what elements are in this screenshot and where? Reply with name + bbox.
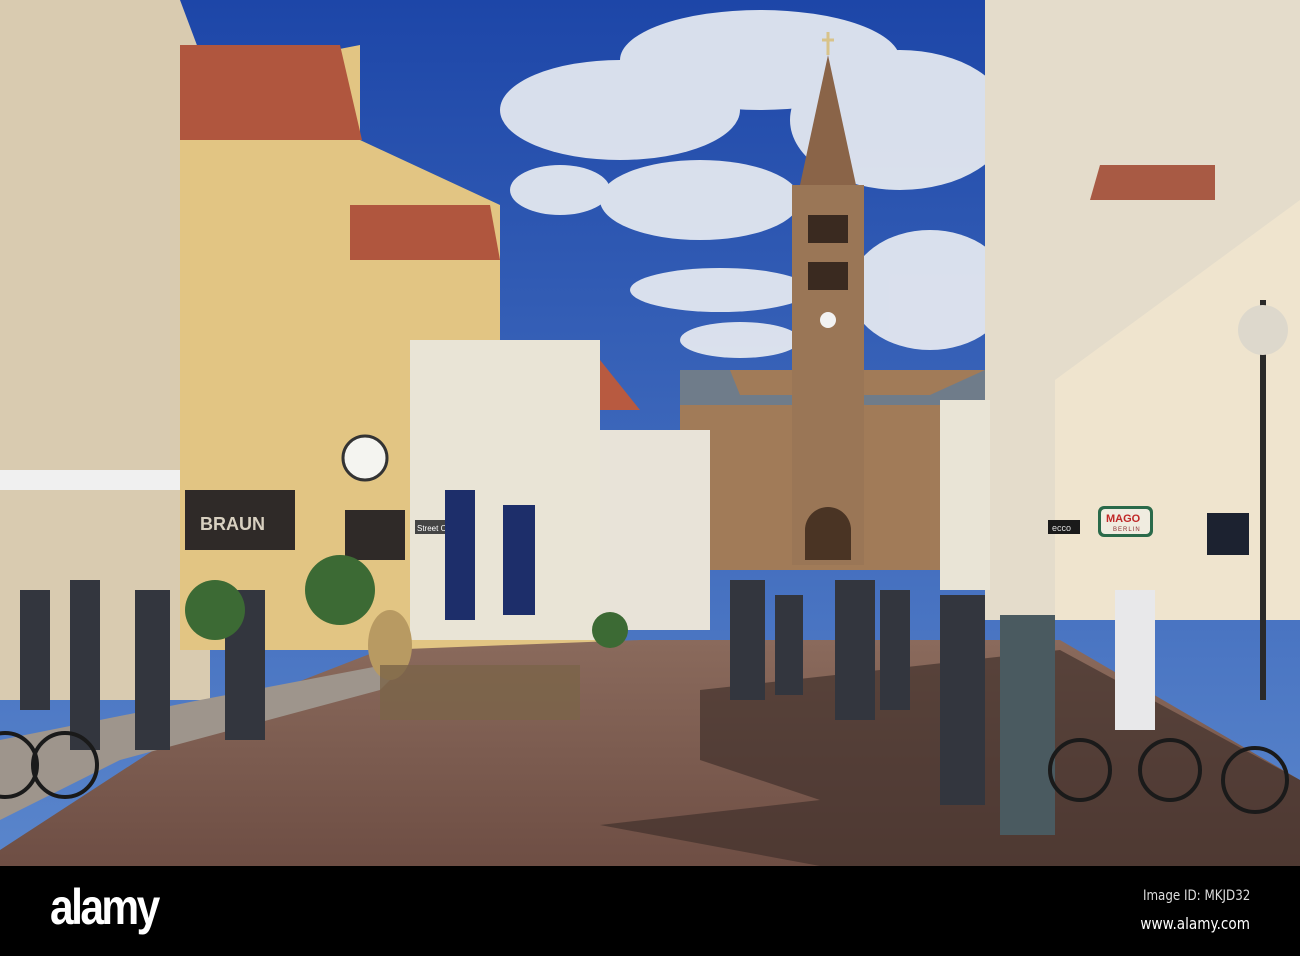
alamy-url[interactable]: www.alamy.com [1140, 914, 1250, 933]
mago-sign: MAGO [1106, 513, 1141, 525]
alamy-logo[interactable]: alamy [50, 878, 160, 936]
tchibo-sign: BRAUN [200, 514, 265, 534]
watermark-bar: alamy Image ID: MKJD32 www.alamy.com [0, 866, 1300, 956]
mago-sign-subtitle: BERLIN [1113, 527, 1141, 533]
street-photo: BRAUN Street One ecco MAGO BERLIN [0, 0, 1300, 866]
ecco-sign: ecco [1052, 523, 1071, 533]
image-id: Image ID: MKJD32 [1142, 888, 1250, 904]
